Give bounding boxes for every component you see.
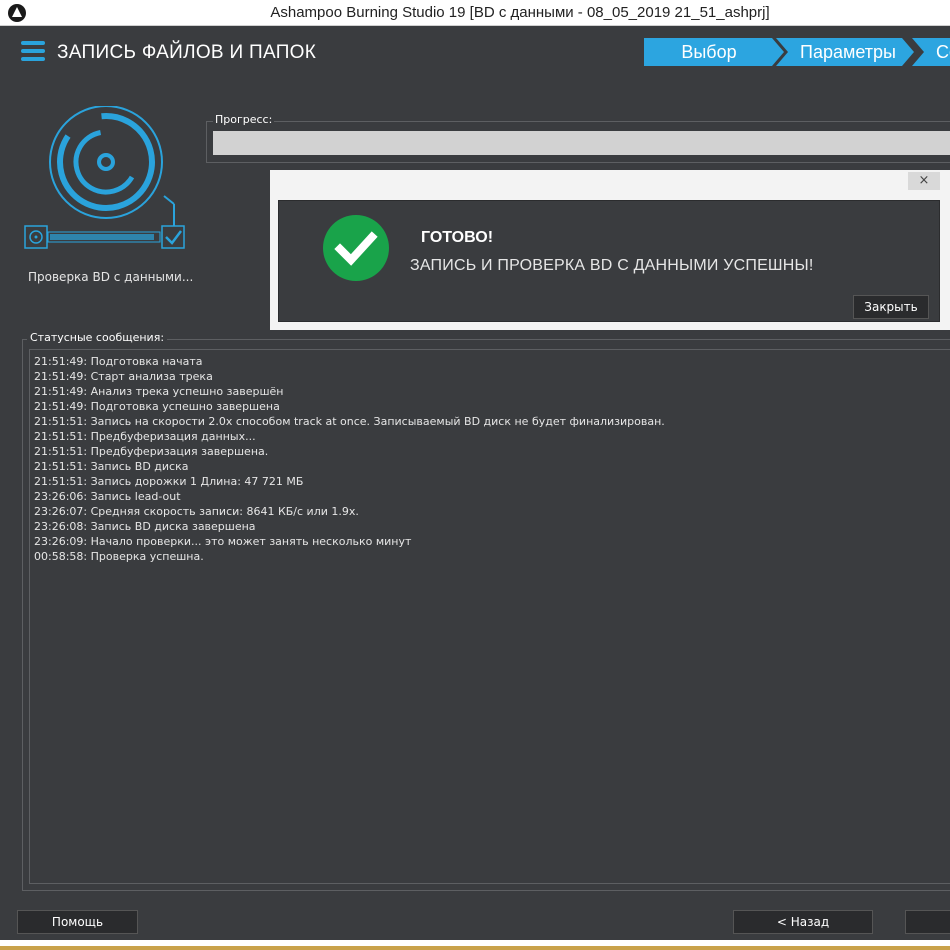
status-log-line: 21:51:51: Запись BD диска <box>34 460 189 473</box>
progress-group: Прогресс: <box>206 113 950 163</box>
progress-label: Прогресс: <box>213 113 275 126</box>
status-log-line: 21:51:51: Предбуферизация данных... <box>34 430 256 443</box>
status-messages-group: Статусные сообщения: 21:51:49: Подготовк… <box>22 331 950 891</box>
step-parameters[interactable]: Параметры <box>774 38 916 66</box>
status-log-line: 21:51:49: Подготовка успешно завершена <box>34 400 280 413</box>
status-log-line: 23:26:06: Запись lead-out <box>34 490 181 503</box>
help-button[interactable]: Помощь <box>17 910 138 934</box>
window-title: Ashampoo Burning Studio 19 [BD с данными… <box>270 4 770 21</box>
status-messages-label: Статусные сообщения: <box>27 331 168 344</box>
step-parameters-label: Параметры <box>776 38 914 66</box>
status-log-line: 21:51:49: Старт анализа трека <box>34 370 213 383</box>
taskbar-accent <box>0 946 950 950</box>
status-log-line: 21:51:51: Запись дорожки 1 Длина: 47 721… <box>34 475 304 488</box>
taskbar-edge <box>0 940 950 950</box>
status-log-line: 23:26:09: Начало проверки... это может з… <box>34 535 412 548</box>
status-log-line: 21:51:51: Запись на скорости 2.0x способ… <box>34 415 665 428</box>
page-title: ЗАПИСЬ ФАЙЛОВ И ПАПОК <box>57 42 317 63</box>
status-log-line: 21:51:49: Анализ трека успешно завершён <box>34 385 284 398</box>
step-create[interactable]: Со <box>912 38 950 66</box>
status-log-line: 21:51:49: Подготовка начата <box>34 355 203 368</box>
step-selection[interactable]: Выбор <box>644 38 784 66</box>
dialog-body: ГОТОВО! ЗАПИСЬ И ПРОВЕРКА BD С ДАННЫМИ У… <box>278 200 940 322</box>
dialog-close-icon[interactable]: × <box>908 172 940 190</box>
verify-status-caption: Проверка BD с данными... <box>28 270 194 284</box>
dialog-heading: ГОТОВО! <box>421 229 494 246</box>
back-button[interactable]: < Назад <box>733 910 873 934</box>
dialog-message: ЗАПИСЬ И ПРОВЕРКА BD С ДАННЫМИ УСПЕШНЫ! <box>410 257 814 274</box>
hamburger-menu-icon[interactable] <box>21 41 45 61</box>
success-check-icon <box>323 215 389 281</box>
title-bar: Ashampoo Burning Studio 19 [BD с данными… <box>0 0 950 26</box>
status-log-line: 21:51:51: Предбуферизация завершена. <box>34 445 269 458</box>
completion-dialog: × ГОТОВО! ЗАПИСЬ И ПРОВЕРКА BD С ДАННЫМИ… <box>270 170 950 330</box>
header: ЗАПИСЬ ФАЙЛОВ И ПАПОК Выбор Параметры Со <box>8 26 950 82</box>
disc-verify-illustration <box>24 105 186 251</box>
main-window: ЗАПИСЬ ФАЙЛОВ И ПАПОК Выбор Параметры Со… <box>8 26 950 940</box>
close-button[interactable]: Закрыть <box>853 295 929 319</box>
progress-bar <box>213 131 950 155</box>
status-log-line: 23:26:07: Средняя скорость записи: 8641 … <box>34 505 359 518</box>
next-button[interactable] <box>905 910 950 934</box>
status-log[interactable]: 21:51:49: Подготовка начата 21:51:49: Ста… <box>29 349 950 884</box>
status-log-line: 00:58:58: Проверка успешна. <box>34 550 204 563</box>
status-log-line: 23:26:08: Запись BD диска завершена <box>34 520 256 533</box>
